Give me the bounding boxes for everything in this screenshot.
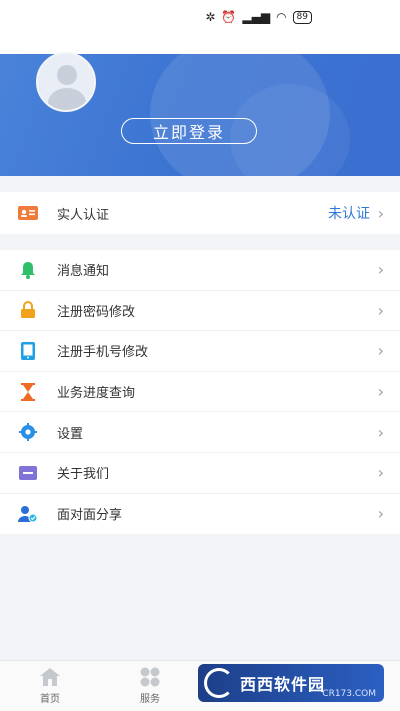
hourglass-icon — [18, 382, 38, 402]
menu-item-label: 关于我们 — [57, 467, 110, 483]
chevron-right-icon: › — [377, 300, 384, 320]
menu-item-label: 消息通知 — [57, 264, 110, 280]
tab-home[interactable]: 首页 — [20, 667, 80, 705]
tab-label: 服务 — [140, 694, 160, 705]
menu-item-label: 业务进度查询 — [57, 386, 136, 402]
chevron-right-icon: › — [377, 203, 384, 223]
menu-item-password[interactable]: 注册密码修改 › — [0, 290, 400, 332]
watermark-icon — [204, 668, 234, 698]
menu-item-share[interactable]: 面对面分享 › — [0, 493, 400, 535]
chevron-right-icon: › — [377, 382, 384, 402]
phone-icon — [18, 341, 38, 361]
wifi-icon: ◠ — [276, 10, 287, 24]
menu-item-label: 面对面分享 — [57, 508, 123, 524]
home-icon — [39, 667, 61, 687]
avatar[interactable] — [36, 52, 96, 112]
verify-label: 实人认证 — [57, 207, 110, 223]
menu-item-about[interactable]: 关于我们 › — [0, 452, 400, 494]
menu-item-label: 设置 — [57, 426, 84, 442]
tab-services[interactable]: 服务 — [120, 667, 180, 705]
share-user-icon — [18, 504, 38, 524]
vibrate-icon: ✲ — [205, 10, 216, 24]
watermark-text: 西西软件园 — [240, 675, 326, 694]
lock-icon — [18, 300, 38, 320]
bell-icon — [18, 260, 38, 280]
battery-indicator: 89 — [292, 10, 312, 24]
tab-label: 首页 — [40, 694, 60, 705]
menu-item-notifications[interactable]: 消息通知 › — [0, 250, 400, 291]
settings-menu: 消息通知 › 注册密码修改 › 注册手机号修改 › 业务进度查询 › 设置 › … — [0, 250, 400, 535]
info-card-icon — [18, 463, 38, 483]
chevron-right-icon: › — [377, 422, 384, 442]
menu-item-label: 注册密码修改 — [57, 304, 136, 320]
chevron-right-icon: › — [377, 341, 384, 361]
alarm-icon: ⏰ — [221, 10, 237, 24]
status-bar: ✲ ⏰ ▂▄▆ ◠ 89 — [0, 0, 400, 34]
watermark-logo: 西西软件园 CR173.COM — [198, 664, 384, 702]
grid-icon — [139, 667, 161, 687]
header-spacer — [0, 34, 400, 54]
menu-item-phone[interactable]: 注册手机号修改 › — [0, 331, 400, 372]
menu-item-progress[interactable]: 业务进度查询 › — [0, 371, 400, 413]
chevron-right-icon: › — [377, 504, 384, 524]
menu-item-settings[interactable]: 设置 › — [0, 412, 400, 453]
id-card-icon — [18, 203, 38, 223]
watermark-subtext: CR173.COM — [322, 689, 376, 699]
menu-item-label: 注册手机号修改 — [57, 345, 149, 361]
verify-status: 未认证 — [328, 206, 370, 222]
login-button[interactable]: 立即登录 — [121, 118, 257, 144]
chevron-right-icon: › — [377, 260, 384, 280]
chevron-right-icon: › — [377, 463, 384, 483]
gear-icon — [18, 422, 38, 442]
signal-icon: ▂▄▆ — [242, 10, 271, 24]
verify-row[interactable]: 实人认证 未认证 › — [0, 192, 400, 234]
